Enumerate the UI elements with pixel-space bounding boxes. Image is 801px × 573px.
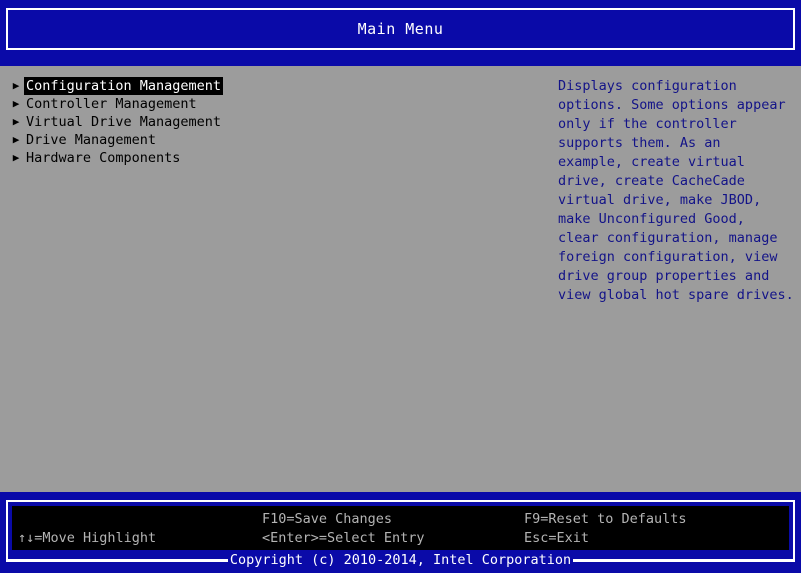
copyright-bar: Copyright (c) 2010-2014, Intel Corporati… <box>6 551 795 569</box>
hotkey-select-entry[interactable]: <Enter>=Select Entry <box>262 529 425 547</box>
help-line: only if the controller <box>558 116 737 132</box>
menu-item-label: Controller Management <box>26 96 197 112</box>
header-title-box: Main Menu <box>6 8 795 50</box>
submenu-arrow-icon: ▶ <box>12 97 20 110</box>
help-line: clear configuration, manage <box>558 230 778 246</box>
help-line: options. Some options appear <box>558 97 786 113</box>
divider-right <box>573 559 795 561</box>
bios-main-menu-screen: Main Menu ▶ Configuration Management ▶ C… <box>0 0 801 573</box>
menu-item-controller-management[interactable]: ▶ Controller Management <box>8 95 338 113</box>
hotkey-reset-defaults[interactable]: F9=Reset to Defaults <box>524 510 687 528</box>
header-band: Main Menu <box>0 0 801 66</box>
main-menu-list: ▶ Configuration Management ▶ Controller … <box>8 77 338 167</box>
help-text-panel: Displays configuration options. Some opt… <box>558 77 798 305</box>
help-line: view global hot spare drives. <box>558 287 794 303</box>
hotkey-exit[interactable]: Esc=Exit <box>524 529 589 547</box>
copyright-text: Copyright (c) 2010-2014, Intel Corporati… <box>227 551 574 569</box>
help-line: example, create virtual <box>558 154 745 170</box>
help-line: supports them. As an <box>558 135 721 151</box>
main-content-area: ▶ Configuration Management ▶ Controller … <box>0 66 801 492</box>
submenu-arrow-icon: ▶ <box>12 151 20 164</box>
menu-item-configuration-management[interactable]: ▶ Configuration Management <box>8 77 338 95</box>
help-line: foreign configuration, view <box>558 249 778 265</box>
hotkey-panel: ↑↓=Move Highlight F10=Save Changes <Ente… <box>12 506 789 550</box>
help-line: virtual drive, make JBOD, <box>558 192 762 208</box>
submenu-arrow-icon: ▶ <box>12 115 20 128</box>
divider-left <box>6 559 228 561</box>
help-line: drive, create CacheCade <box>558 173 745 189</box>
help-line: make Unconfigured Good, <box>558 211 745 227</box>
menu-item-label: Drive Management <box>26 132 157 148</box>
menu-item-label: Virtual Drive Management <box>26 114 222 130</box>
hotkey-move-highlight: ↑↓=Move Highlight <box>18 530 157 546</box>
page-title: Main Menu <box>357 19 444 38</box>
help-line: drive group properties and <box>558 268 770 284</box>
hotkey-save-changes[interactable]: F10=Save Changes <box>262 510 392 528</box>
menu-item-label: Hardware Components <box>26 150 181 166</box>
help-line: Displays configuration <box>558 78 737 94</box>
menu-item-hardware-components[interactable]: ▶ Hardware Components <box>8 149 338 167</box>
submenu-arrow-icon: ▶ <box>12 133 20 146</box>
menu-item-label: Configuration Management <box>24 77 224 95</box>
menu-item-virtual-drive-management[interactable]: ▶ Virtual Drive Management <box>8 113 338 131</box>
submenu-arrow-icon: ▶ <box>12 79 20 92</box>
menu-item-drive-management[interactable]: ▶ Drive Management <box>8 131 338 149</box>
